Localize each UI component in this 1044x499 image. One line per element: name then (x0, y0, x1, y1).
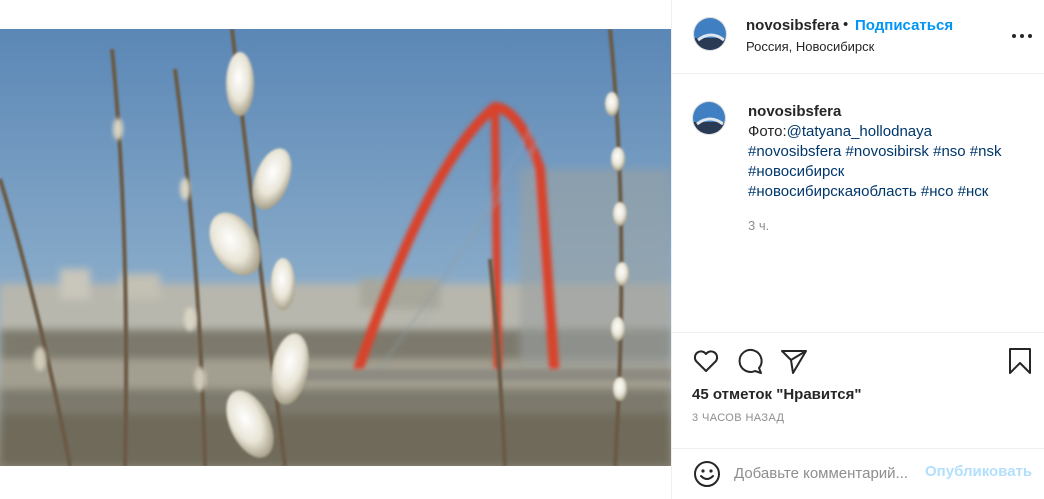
post-location[interactable]: Россия, Новосибирск (746, 39, 874, 54)
post-photo[interactable] (0, 29, 671, 466)
publish-button[interactable]: Опубликовать (925, 463, 1032, 480)
post-author-username[interactable]: novosibsfera (746, 17, 839, 34)
caption-mention-link[interactable]: @tatyana_hollodnaya (787, 123, 932, 140)
photo-willow-bridge (0, 29, 671, 466)
caption-hashtags-line[interactable]: #новосибирскаяобласть #нсо #нск (748, 182, 988, 202)
post-date: 3 ЧАСОВ НАЗАД (692, 412, 785, 424)
caption-hashtags-line[interactable]: #новосибирск (748, 162, 844, 182)
caption-timestamp: 3 ч. (748, 218, 770, 233)
post-header: novosibsfera • Подписаться Россия, Новос… (672, 0, 1044, 74)
emoji-icon[interactable] (692, 459, 722, 489)
comment-input[interactable] (734, 461, 924, 485)
post-sidebar: novosibsfera • Подписаться Россия, Новос… (671, 0, 1044, 499)
post-media-panel (0, 0, 671, 499)
heart-icon[interactable] (691, 346, 721, 376)
likes-count[interactable]: 45 отметок "Нравится" (692, 386, 861, 403)
separator-dot: • (843, 16, 849, 33)
comment-icon[interactable] (735, 346, 765, 376)
post-actions: 45 отметок "Нравится" 3 ЧАСОВ НАЗАД (672, 332, 1044, 448)
more-icon[interactable] (1010, 24, 1034, 48)
follow-button[interactable]: Подписаться (855, 17, 953, 34)
share-icon[interactable] (779, 346, 809, 376)
caption-photo-credit: Фото:@tatyana_hollodnaya (748, 122, 932, 142)
avatar[interactable] (693, 17, 727, 51)
comment-bar: Опубликовать (672, 448, 1044, 499)
caption-hashtags-line[interactable]: #novosibsfera #novosibirsk #nso #nsk (748, 142, 1001, 162)
caption-username[interactable]: novosibsfera (748, 103, 841, 120)
bookmark-icon[interactable] (1005, 346, 1035, 376)
caption-credit-prefix: Фото: (748, 123, 787, 140)
caption-avatar[interactable] (692, 101, 726, 135)
